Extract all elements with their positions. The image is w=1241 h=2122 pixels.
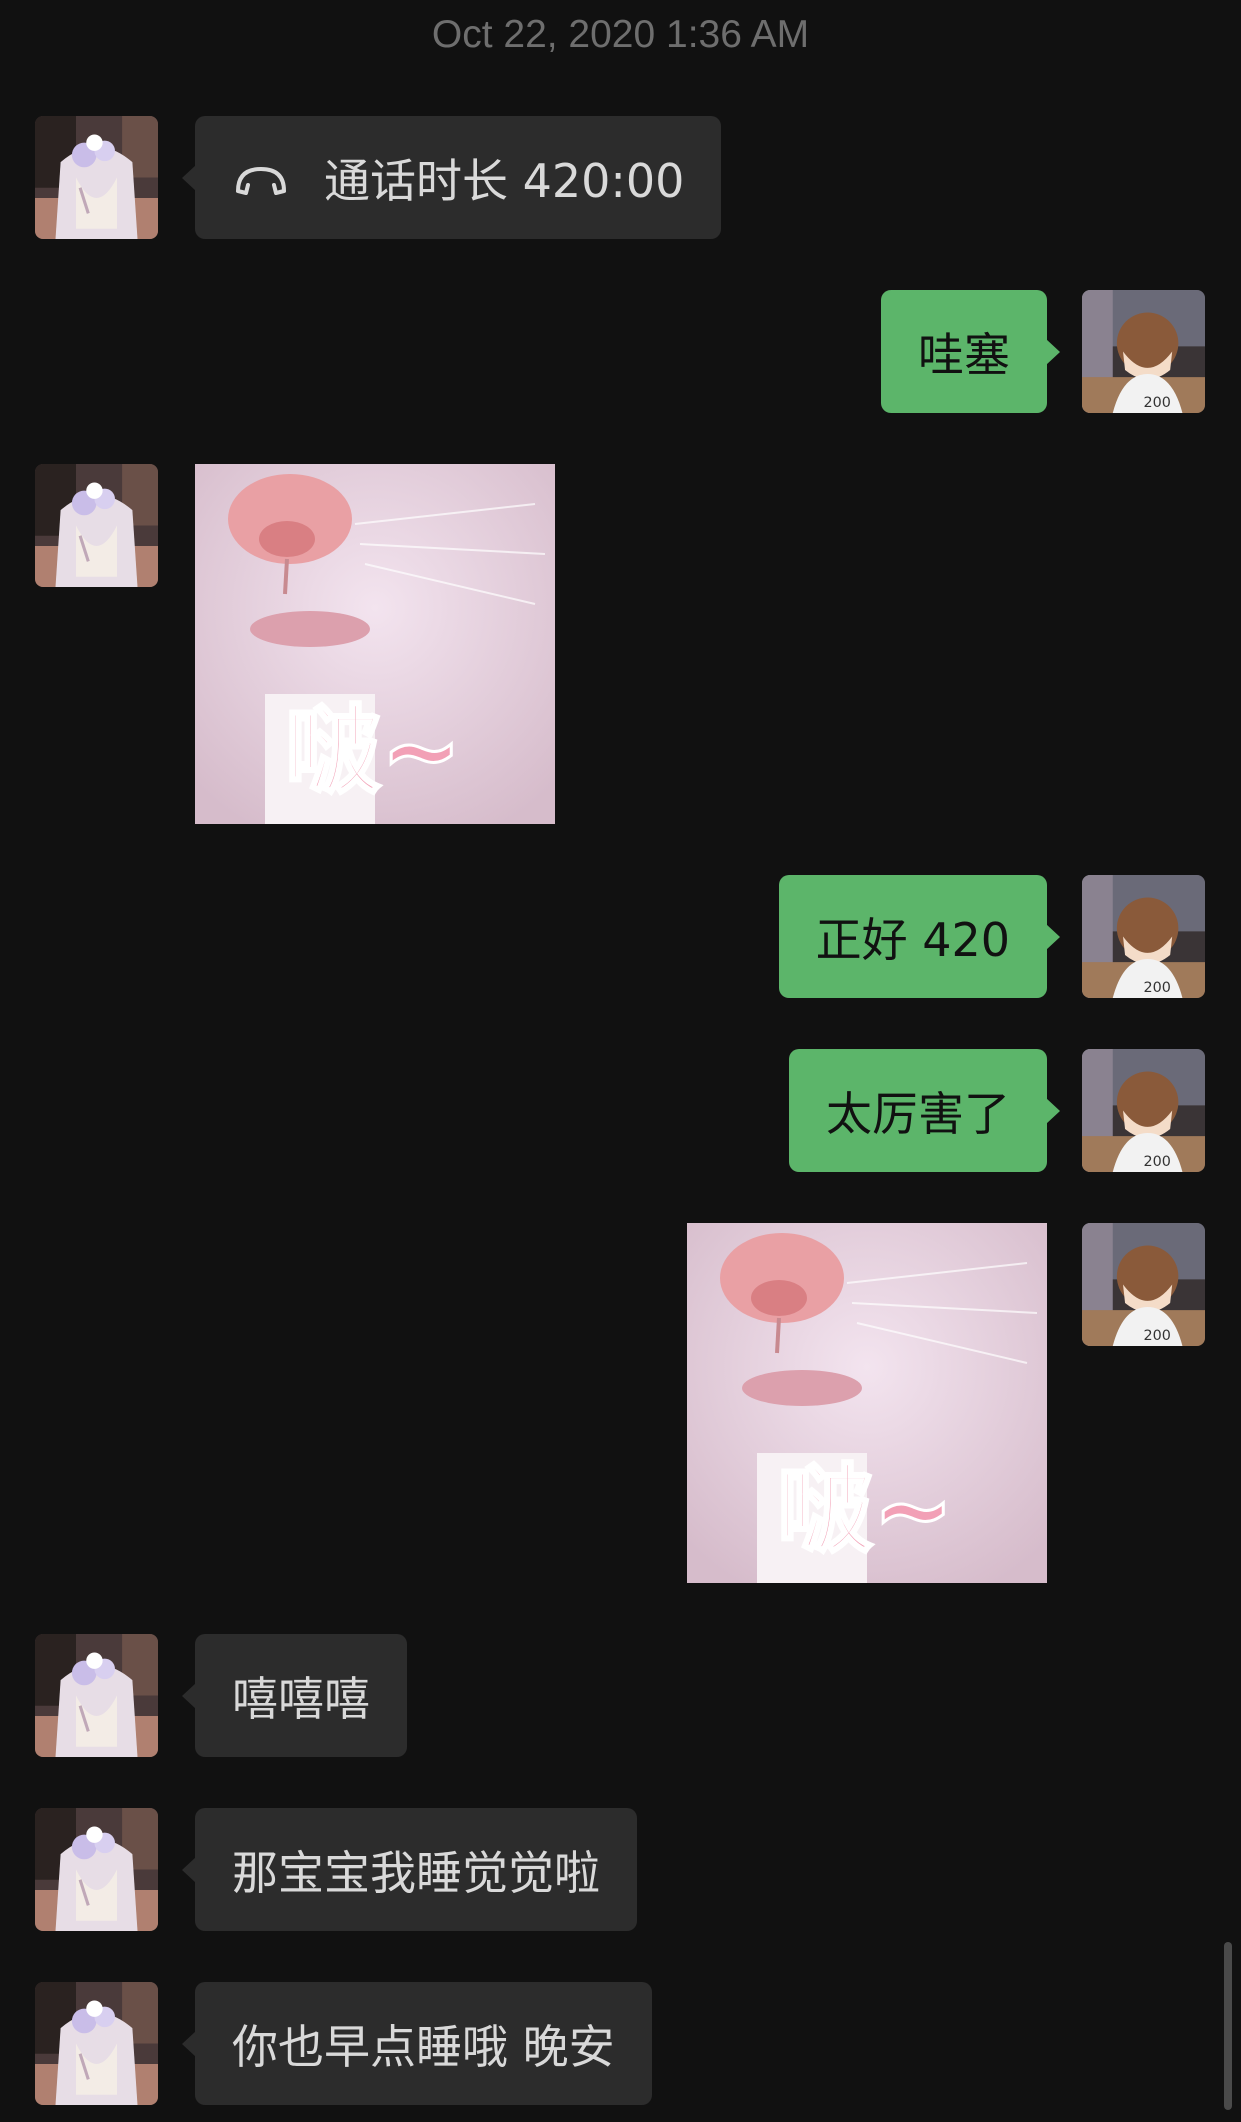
sticker-caption: 啵~: [285, 695, 461, 807]
scrollbar[interactable]: [1224, 1942, 1232, 2110]
contact-avatar[interactable]: [35, 1634, 158, 1757]
message-text: 太厉害了: [826, 1086, 1010, 1141]
chat-timestamp: Oct 22, 2020 1:36 AM: [431, 13, 810, 56]
cat-kiss-sticker[interactable]: 啵~: [687, 1223, 1047, 1583]
my-avatar[interactable]: [1082, 290, 1205, 413]
call-record-bubble[interactable]: 通话时长 420:00: [181, 116, 722, 239]
call-duration-text: 通话时长 420:00: [324, 153, 685, 208]
my-avatar[interactable]: [1082, 875, 1205, 998]
message-text: 你也早点睡哦 晚安: [232, 2019, 615, 2074]
contact-avatar[interactable]: [35, 1982, 158, 2105]
cat-kiss-sticker[interactable]: 啵~: [195, 464, 555, 824]
message-text: 正好 420: [815, 912, 1010, 967]
contact-avatar[interactable]: [35, 1808, 158, 1931]
my-avatar[interactable]: [1082, 1223, 1205, 1346]
sticker-caption: 啵~: [777, 1454, 953, 1566]
message-text: 哇塞: [918, 327, 1010, 382]
message-text: 嘻嘻嘻: [232, 1671, 370, 1726]
message-bubble-outgoing[interactable]: 哇塞: [881, 290, 1060, 413]
contact-avatar[interactable]: [35, 116, 158, 239]
contact-avatar[interactable]: [35, 464, 158, 587]
message-bubble-outgoing[interactable]: 正好 420: [778, 875, 1061, 998]
message-text: 那宝宝我睡觉觉啦: [232, 1845, 600, 1900]
message-bubble-incoming[interactable]: 你也早点睡哦 晚安: [182, 1982, 652, 2105]
message-bubble-incoming[interactable]: 嘻嘻嘻: [182, 1634, 407, 1757]
message-bubble-outgoing[interactable]: 太厉害了: [789, 1049, 1060, 1172]
my-avatar[interactable]: [1082, 1049, 1205, 1172]
phone-hangup-icon: [232, 158, 290, 198]
message-bubble-incoming[interactable]: 那宝宝我睡觉觉啦: [182, 1808, 637, 1931]
